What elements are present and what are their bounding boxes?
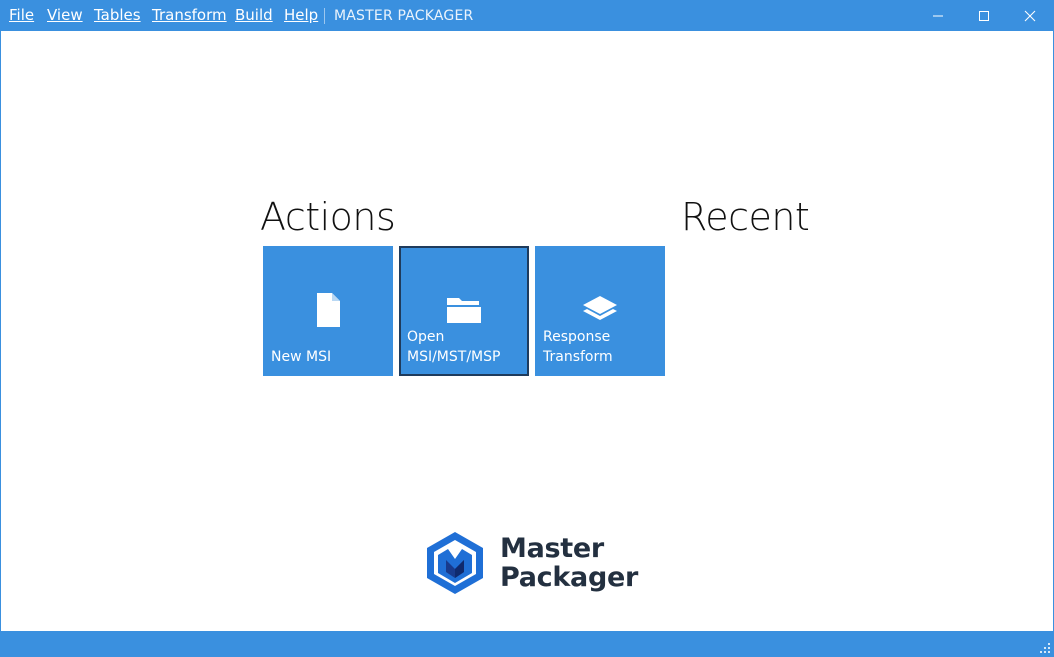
response-transform-label-line2: Transform: [543, 349, 613, 365]
folder-icon: [447, 298, 481, 323]
logo-wordmark-line1: Master: [500, 533, 604, 564]
menu-build-label: Build: [235, 6, 273, 24]
app-window: File View Tables Transform Build Help MA…: [0, 0, 1054, 657]
menu-separator: [324, 8, 325, 24]
menu-view[interactable]: View: [47, 6, 83, 25]
menu-tables[interactable]: Tables: [94, 6, 141, 25]
minimize-button[interactable]: [915, 0, 961, 31]
app-title: MASTER PACKAGER: [334, 8, 474, 24]
recent-list: [681, 246, 981, 376]
response-transform-tile[interactable]: Response Transform: [535, 246, 665, 376]
layers-icon: [583, 296, 617, 320]
logo-mark-icon: [427, 532, 483, 594]
menu-help-label: Help: [284, 6, 319, 24]
menu-view-label: View: [47, 6, 83, 24]
menu-transform[interactable]: Transform: [152, 6, 227, 25]
document-icon: [317, 293, 340, 327]
open-msi-tile[interactable]: Open MSI/MST/MSP: [399, 246, 529, 376]
open-msi-label: Open MSI/MST/MSP: [407, 327, 500, 367]
new-msi-label: New MSI: [271, 347, 331, 367]
menu-transform-label: Transform: [152, 6, 227, 24]
logo-wordmark: Master Packager: [500, 534, 638, 592]
resize-grip-icon[interactable]: [1039, 642, 1051, 654]
status-bar: [0, 631, 1054, 657]
menu-help[interactable]: Help: [284, 6, 318, 25]
new-msi-label-line1: New MSI: [271, 349, 332, 365]
close-button[interactable]: [1007, 0, 1053, 31]
menu-build[interactable]: Build: [235, 6, 273, 25]
actions-heading: Actions: [260, 195, 396, 239]
title-bar[interactable]: File View Tables Transform Build Help MA…: [0, 0, 1054, 31]
window-border-left: [0, 31, 1, 631]
close-icon: [1024, 10, 1036, 22]
recent-heading: Recent: [681, 195, 810, 239]
master-packager-logo: Master Packager: [422, 530, 642, 600]
menu-file[interactable]: File: [9, 6, 34, 25]
open-msi-label-line1: Open: [407, 329, 445, 345]
maximize-icon: [979, 11, 989, 21]
response-transform-label: Response Transform: [543, 327, 613, 367]
new-msi-tile[interactable]: New MSI: [263, 246, 393, 376]
response-transform-label-line1: Response: [543, 329, 611, 345]
menu-tables-label: Tables: [94, 6, 141, 24]
minimize-icon: [933, 15, 943, 17]
maximize-button[interactable]: [961, 0, 1007, 31]
logo-wordmark-line2: Packager: [500, 562, 639, 593]
open-msi-label-line2: MSI/MST/MSP: [407, 349, 501, 365]
menu-file-label: File: [9, 6, 35, 24]
